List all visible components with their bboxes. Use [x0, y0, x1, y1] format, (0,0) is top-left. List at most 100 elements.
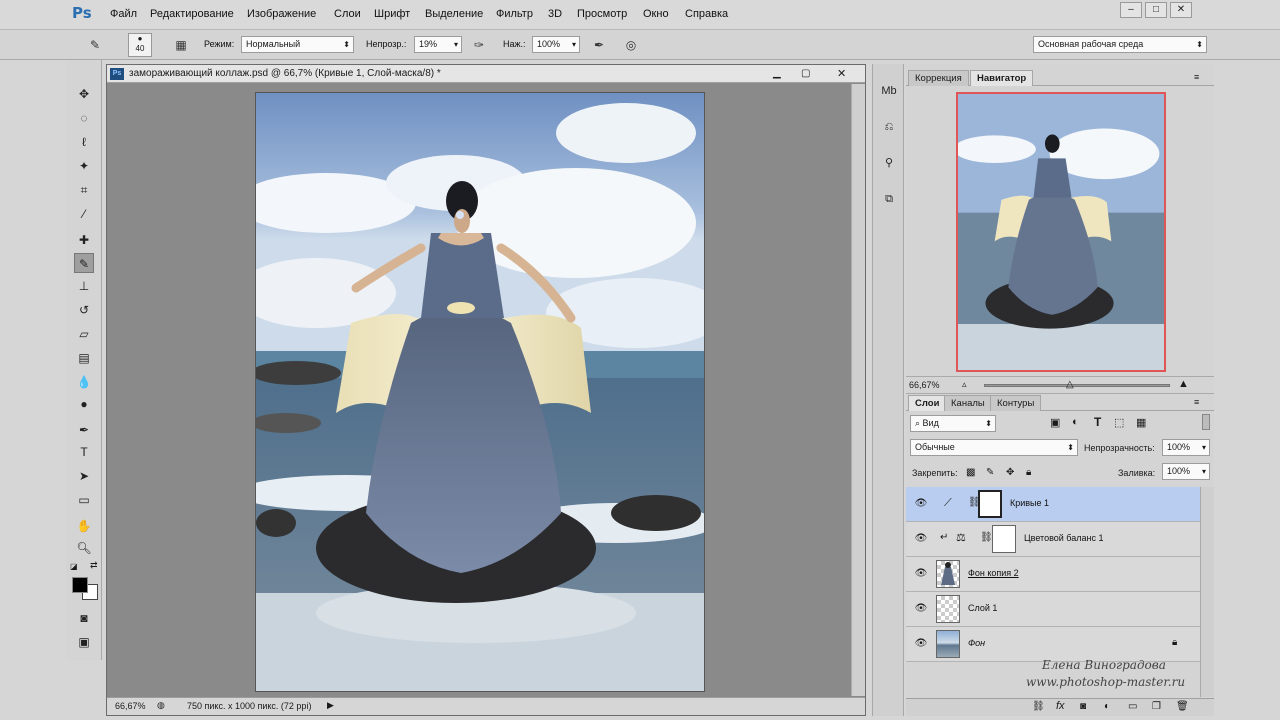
filter-type-icon[interactable]: T: [1094, 415, 1101, 429]
menu-window[interactable]: Окно: [643, 8, 669, 20]
trash-icon[interactable]: 🗑︎: [1176, 701, 1189, 712]
fill-field[interactable]: 100% ▾: [1162, 463, 1210, 480]
layer-thumbnail[interactable]: [936, 560, 960, 588]
quick-mask-icon[interactable]: ◙: [74, 608, 94, 628]
fx-icon[interactable]: fx: [1056, 700, 1065, 712]
move-tool-icon[interactable]: ✥: [74, 84, 94, 104]
eye-icon[interactable]: 👁︎: [914, 533, 928, 545]
menu-3d[interactable]: 3D: [548, 8, 562, 20]
layer-name[interactable]: Фон: [968, 638, 985, 648]
layer-name[interactable]: Кривые 1: [1010, 498, 1049, 508]
menu-select[interactable]: Выделение: [425, 8, 483, 20]
workspace-dropdown[interactable]: Основная рабочая среда ⬍: [1033, 36, 1207, 53]
clone-source-icon[interactable]: ⧉: [879, 188, 899, 210]
airbrush-pressure-icon[interactable]: ✑: [470, 36, 488, 54]
brush-tool-icon[interactable]: ✎: [74, 253, 94, 273]
layer-row-background-copy[interactable]: 👁︎ Фон копия 2: [906, 557, 1200, 592]
layers-panel-menu-icon[interactable]: ≡: [1194, 397, 1199, 407]
status-menu-arrow-icon[interactable]: ▶: [327, 700, 334, 711]
mini-bridge-icon[interactable]: Mb: [879, 80, 899, 102]
gradient-tool-icon[interactable]: ▤: [74, 348, 94, 368]
brush-tool-preset-icon[interactable]: ✎: [86, 36, 104, 54]
vertical-scrollbar[interactable]: [851, 84, 865, 696]
airbrush-icon[interactable]: ✒: [590, 36, 608, 54]
zoom-level[interactable]: 66,67%: [115, 701, 146, 711]
healing-brush-tool-icon[interactable]: ✚: [74, 230, 94, 250]
close-button[interactable]: ✕: [1170, 2, 1192, 18]
opacity-field[interactable]: 19% ▾: [414, 36, 462, 53]
menu-file[interactable]: Файл: [110, 8, 137, 20]
new-layer-icon[interactable]: ❐: [1152, 701, 1161, 712]
layer-row-curves[interactable]: 👁︎ ⟋ ⛓︎ Кривые 1: [906, 487, 1200, 522]
tab-channels[interactable]: Каналы: [944, 395, 992, 411]
minimize-button[interactable]: –: [1120, 2, 1142, 18]
history-icon[interactable]: ⎌: [879, 116, 899, 138]
lasso-tool-icon[interactable]: ℓ: [74, 132, 94, 152]
eye-icon[interactable]: 👁︎: [914, 568, 928, 580]
tab-layers[interactable]: Слои: [908, 395, 947, 411]
filter-pixel-icon[interactable]: ▣: [1050, 416, 1060, 429]
menu-type[interactable]: Шрифт: [374, 8, 410, 20]
type-tool-icon[interactable]: T: [74, 442, 94, 462]
layer-mask-thumbnail[interactable]: [978, 490, 1002, 518]
hand-tool-icon[interactable]: ✋: [74, 516, 94, 536]
layer-opacity-field[interactable]: 100% ▾: [1162, 439, 1210, 456]
tablet-pressure-icon[interactable]: ◎: [622, 36, 640, 54]
default-colors-icon[interactable]: ◪: [70, 562, 80, 572]
layers-scrollbar[interactable]: [1200, 487, 1214, 697]
layer-row-color-balance[interactable]: 👁︎ ↵ ⚖︎ ⛓︎ Цветовой баланс 1: [906, 522, 1200, 557]
pen-tool-icon[interactable]: ✒: [74, 420, 94, 440]
eyedropper-tool-icon[interactable]: ⁄: [74, 204, 94, 224]
menu-layers[interactable]: Слои: [334, 8, 361, 20]
path-selection-tool-icon[interactable]: ➤: [74, 466, 94, 486]
menu-filter[interactable]: Фильтр: [496, 8, 533, 20]
doc-minimize-icon[interactable]: ▁: [773, 65, 781, 83]
lock-position-icon[interactable]: ✥: [1006, 467, 1014, 478]
link-icon[interactable]: ⛓︎: [980, 532, 993, 543]
eraser-tool-icon[interactable]: ▱: [74, 324, 94, 344]
brush-presets-icon[interactable]: ⚲: [879, 152, 899, 174]
filter-shape-icon[interactable]: ⬚: [1114, 416, 1124, 429]
brush-panel-toggle-icon[interactable]: ▦: [172, 36, 190, 54]
maximize-button[interactable]: □: [1145, 2, 1167, 18]
layer-filter-dropdown[interactable]: ⌕ Вид ⬍: [910, 415, 996, 432]
menu-help[interactable]: Справка: [685, 8, 728, 20]
layer-name[interactable]: Цветовой баланс 1: [1024, 533, 1103, 543]
layer-row-layer1[interactable]: 👁︎ Слой 1: [906, 592, 1200, 627]
new-adjustment-icon[interactable]: ◐: [1104, 701, 1110, 712]
lock-pixels-icon[interactable]: ✎: [986, 467, 994, 478]
filter-toggle[interactable]: [1202, 414, 1210, 430]
link-layers-icon[interactable]: ⛓︎: [1032, 701, 1045, 712]
marquee-tool-icon[interactable]: ◌: [74, 108, 94, 128]
layer-name[interactable]: Фон копия 2: [968, 568, 1019, 578]
navigator-preview[interactable]: [956, 92, 1166, 372]
layer-thumbnail[interactable]: [936, 595, 960, 623]
screen-mode-icon[interactable]: ▣: [74, 632, 94, 652]
mode-dropdown[interactable]: Нормальный ⬍: [241, 36, 354, 53]
proof-icon[interactable]: ◍: [157, 700, 165, 711]
doc-restore-icon[interactable]: ▢: [801, 65, 810, 83]
crop-tool-icon[interactable]: ⌗: [74, 180, 94, 200]
brush-size-picker[interactable]: ● 40: [128, 33, 152, 57]
lock-transparency-icon[interactable]: ▩: [966, 467, 975, 478]
zoom-tool-icon[interactable]: 🔍︎: [74, 538, 94, 558]
navigator-zoom-value[interactable]: 66,67%: [909, 380, 940, 390]
panel-menu-icon[interactable]: ≡: [1194, 72, 1199, 82]
shape-tool-icon[interactable]: ▭: [74, 490, 94, 510]
filter-adjustment-icon[interactable]: ◐: [1072, 416, 1079, 428]
add-mask-icon[interactable]: ◙: [1080, 701, 1086, 712]
history-brush-tool-icon[interactable]: ↺: [74, 300, 94, 320]
blur-tool-icon[interactable]: 💧: [74, 372, 94, 392]
tab-navigator[interactable]: Навигатор: [970, 70, 1034, 86]
dodge-tool-icon[interactable]: ●: [74, 394, 94, 414]
zoom-slider-handle[interactable]: △: [1066, 379, 1074, 390]
eye-icon[interactable]: 👁︎: [914, 603, 928, 615]
eye-icon[interactable]: 👁︎: [914, 638, 928, 650]
layer-mask-thumbnail[interactable]: [992, 525, 1016, 553]
image-canvas[interactable]: [255, 92, 705, 692]
flow-field[interactable]: 100% ▾: [532, 36, 580, 53]
document-tab[interactable]: Ps замораживающий коллаж.psd @ 66,7% (Кр…: [107, 65, 865, 83]
layer-row-background[interactable]: 👁︎ Фон 🔒︎: [906, 627, 1200, 662]
foreground-color-swatch[interactable]: [72, 577, 88, 593]
zoom-slider-track[interactable]: [984, 384, 1170, 387]
